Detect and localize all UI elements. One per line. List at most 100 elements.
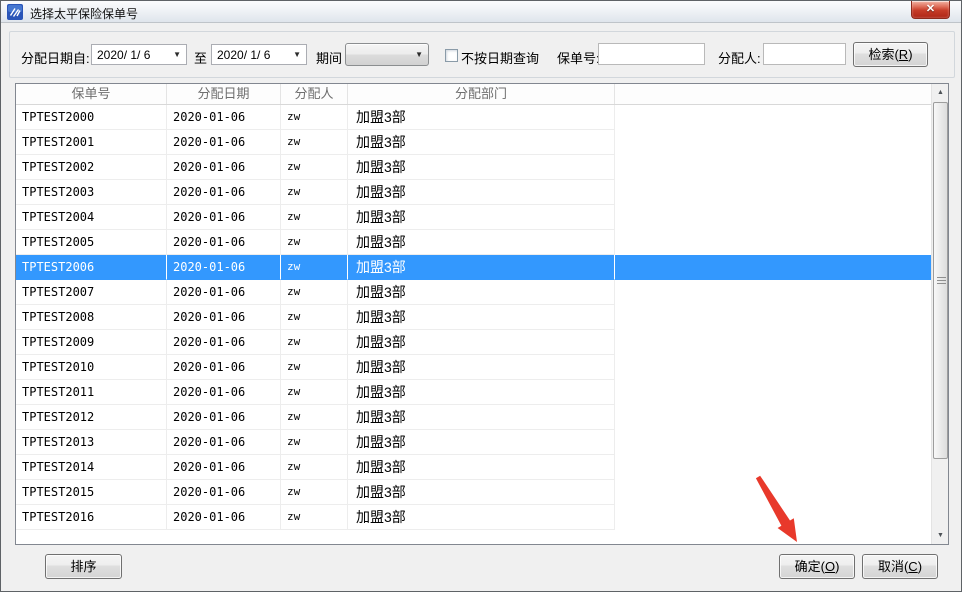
table-row[interactable]: TPTEST2010 2020-01-06 zw 加盟3部 [16, 355, 948, 380]
chevron-down-icon: ▼ [293, 51, 301, 59]
no-date-checkbox-label: 不按日期查询 [461, 48, 539, 67]
cell-assignee: zw [281, 255, 348, 280]
column-header-date[interactable]: 分配日期 [167, 84, 281, 104]
cell-date: 2020-01-06 [167, 230, 281, 255]
cell-assignee: zw [281, 480, 348, 505]
date-from-picker[interactable]: 2020/ 1/ 6 ▼ [91, 44, 187, 65]
cell-date: 2020-01-06 [167, 480, 281, 505]
cell-department: 加盟3部 [348, 180, 615, 205]
cell-department: 加盟3部 [348, 480, 615, 505]
sort-button[interactable]: 排序 [45, 554, 122, 579]
cell-department: 加盟3部 [348, 405, 615, 430]
close-button[interactable]: ✕ [911, 1, 950, 19]
date-from-value: 2020/ 1/ 6 [97, 48, 150, 62]
cell-assignee: zw [281, 505, 348, 530]
table-header: 保单号 分配日期 分配人 分配部门 [16, 84, 948, 105]
cell-assignee: zw [281, 230, 348, 255]
table-row[interactable]: TPTEST2004 2020-01-06 zw 加盟3部 [16, 205, 948, 230]
scroll-down-button[interactable]: ▼ [932, 527, 949, 544]
table-row[interactable]: TPTEST2015 2020-01-06 zw 加盟3部 [16, 480, 948, 505]
table-row[interactable]: TPTEST2009 2020-01-06 zw 加盟3部 [16, 330, 948, 355]
table-row[interactable]: TPTEST2001 2020-01-06 zw 加盟3部 [16, 130, 948, 155]
cell-filler [615, 305, 948, 330]
cell-date: 2020-01-06 [167, 155, 281, 180]
table-row[interactable]: TPTEST2002 2020-01-06 zw 加盟3部 [16, 155, 948, 180]
chevron-down-icon: ▼ [173, 51, 181, 59]
cell-policy-no: TPTEST2006 [16, 255, 167, 280]
period-label: 期间 [316, 48, 342, 67]
cell-date: 2020-01-06 [167, 305, 281, 330]
table-row[interactable]: TPTEST2011 2020-01-06 zw 加盟3部 [16, 380, 948, 405]
policy-no-label: 保单号: [557, 48, 600, 67]
cell-assignee: zw [281, 305, 348, 330]
assignee-input[interactable] [763, 43, 846, 65]
cell-assignee: zw [281, 205, 348, 230]
table-row[interactable]: TPTEST2003 2020-01-06 zw 加盟3部 [16, 180, 948, 205]
window-title: 选择太平保险保单号 [30, 5, 138, 22]
cell-filler [615, 105, 948, 130]
table-body: TPTEST2000 2020-01-06 zw 加盟3部 TPTEST2001… [16, 105, 948, 530]
cell-filler [615, 380, 948, 405]
cell-filler [615, 430, 948, 455]
cell-assignee: zw [281, 455, 348, 480]
column-header-assignee[interactable]: 分配人 [281, 84, 348, 104]
ok-button[interactable]: 确定(O) [779, 554, 855, 579]
cell-assignee: zw [281, 280, 348, 305]
cell-filler [615, 130, 948, 155]
column-header-department[interactable]: 分配部门 [348, 84, 615, 104]
table-row[interactable]: TPTEST2014 2020-01-06 zw 加盟3部 [16, 455, 948, 480]
cell-department: 加盟3部 [348, 255, 615, 280]
cell-department: 加盟3部 [348, 505, 615, 530]
date-to-value: 2020/ 1/ 6 [217, 48, 270, 62]
cell-date: 2020-01-06 [167, 280, 281, 305]
policy-no-input[interactable] [598, 43, 705, 65]
cell-department: 加盟3部 [348, 155, 615, 180]
cell-assignee: zw [281, 405, 348, 430]
cell-policy-no: TPTEST2015 [16, 480, 167, 505]
cell-policy-no: TPTEST2012 [16, 405, 167, 430]
date-to-label: 至 [194, 48, 207, 67]
cancel-button[interactable]: 取消(C) [862, 554, 938, 579]
date-from-label: 分配日期自: [21, 48, 90, 67]
cell-assignee: zw [281, 130, 348, 155]
column-header-policy-no[interactable]: 保单号 [16, 84, 167, 104]
cell-assignee: zw [281, 430, 348, 455]
cell-date: 2020-01-06 [167, 355, 281, 380]
table-row[interactable]: TPTEST2008 2020-01-06 zw 加盟3部 [16, 305, 948, 330]
cell-department: 加盟3部 [348, 305, 615, 330]
table-row[interactable]: TPTEST2012 2020-01-06 zw 加盟3部 [16, 405, 948, 430]
cell-department: 加盟3部 [348, 205, 615, 230]
cell-policy-no: TPTEST2004 [16, 205, 167, 230]
table-row[interactable]: TPTEST2007 2020-01-06 zw 加盟3部 [16, 280, 948, 305]
scroll-up-button[interactable]: ▲ [932, 84, 949, 101]
cell-policy-no: TPTEST2001 [16, 130, 167, 155]
cell-filler [615, 505, 948, 530]
policy-table: 保单号 分配日期 分配人 分配部门 TPTEST2000 2020-01-06 … [15, 83, 949, 545]
cell-policy-no: TPTEST2007 [16, 280, 167, 305]
vertical-scrollbar[interactable]: ▲ ▼ [931, 84, 948, 544]
table-row[interactable]: TPTEST2005 2020-01-06 zw 加盟3部 [16, 230, 948, 255]
column-header-filler [615, 84, 948, 104]
cell-filler [615, 205, 948, 230]
cell-filler [615, 405, 948, 430]
table-row[interactable]: TPTEST2016 2020-01-06 zw 加盟3部 [16, 505, 948, 530]
cell-filler [615, 280, 948, 305]
table-row[interactable]: TPTEST2013 2020-01-06 zw 加盟3部 [16, 430, 948, 455]
scroll-down-icon: ▼ [937, 532, 944, 539]
cell-assignee: zw [281, 180, 348, 205]
no-date-checkbox[interactable] [445, 49, 458, 62]
search-button[interactable]: 检索(R) [853, 42, 928, 67]
cell-filler [615, 230, 948, 255]
period-select[interactable]: ▼ [345, 43, 429, 66]
cell-policy-no: TPTEST2000 [16, 105, 167, 130]
date-to-picker[interactable]: 2020/ 1/ 6 ▼ [211, 44, 307, 65]
cell-department: 加盟3部 [348, 230, 615, 255]
cell-date: 2020-01-06 [167, 255, 281, 280]
cell-assignee: zw [281, 355, 348, 380]
scrollbar-thumb[interactable] [933, 102, 948, 459]
cell-policy-no: TPTEST2014 [16, 455, 167, 480]
cell-department: 加盟3部 [348, 280, 615, 305]
table-row[interactable]: TPTEST2000 2020-01-06 zw 加盟3部 [16, 105, 948, 130]
table-row[interactable]: TPTEST2006 2020-01-06 zw 加盟3部 [16, 255, 948, 280]
cell-date: 2020-01-06 [167, 130, 281, 155]
